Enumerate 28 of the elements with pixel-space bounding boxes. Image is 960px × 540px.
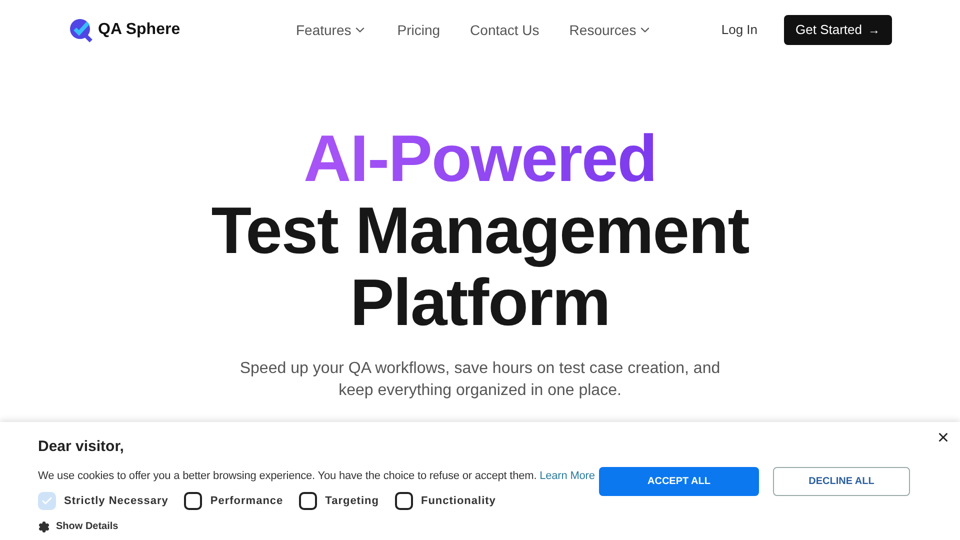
checkbox[interactable] bbox=[394, 492, 413, 510]
checkbox-label: Strictly Necessary bbox=[64, 494, 168, 509]
nav-link[interactable]: Features bbox=[296, 20, 368, 40]
login-link[interactable]: Log In bbox=[721, 20, 758, 40]
nav-link[interactable]: Pricing bbox=[397, 20, 440, 40]
nav-link[interactable]: Contact Us bbox=[470, 20, 540, 40]
show-details-link[interactable]: Show Details bbox=[56, 519, 118, 534]
checkbox[interactable] bbox=[299, 492, 318, 510]
hero-subtitle: keep everything organized in one place. bbox=[338, 381, 622, 401]
learn-more-link[interactable]: Learn More bbox=[540, 470, 595, 482]
close-button[interactable]: × bbox=[937, 428, 949, 448]
hero-subtitle: Speed up your QA workflows, save hours on test case creation, and bbox=[240, 359, 720, 379]
cookie-title: Dear visitor, bbox=[38, 437, 125, 457]
checkbox-label: Targeting bbox=[325, 494, 379, 509]
check-icon bbox=[41, 495, 53, 507]
cookie-text: We use cookies to offer you a better browsing experience. You have the choice to refuse or accept them. Learn More bbox=[38, 468, 595, 484]
accept-all-button[interactable]: ACCEPT ALL bbox=[599, 467, 759, 496]
checkbox-label: Functionality bbox=[420, 494, 496, 509]
checkbox-label: Performance bbox=[210, 494, 284, 509]
get-started-button[interactable]: Get Started → bbox=[784, 15, 892, 45]
hero-title: Test Management bbox=[211, 194, 749, 266]
brand-name[interactable]: QA Sphere bbox=[98, 18, 180, 42]
logo-icon bbox=[68, 17, 94, 43]
decline-all-button[interactable]: DECLINE ALL bbox=[773, 467, 910, 496]
nav-link[interactable]: Resources bbox=[569, 20, 652, 40]
settings-icon bbox=[38, 520, 50, 532]
hero-title: Platform bbox=[350, 266, 610, 338]
checkbox[interactable] bbox=[184, 492, 202, 510]
